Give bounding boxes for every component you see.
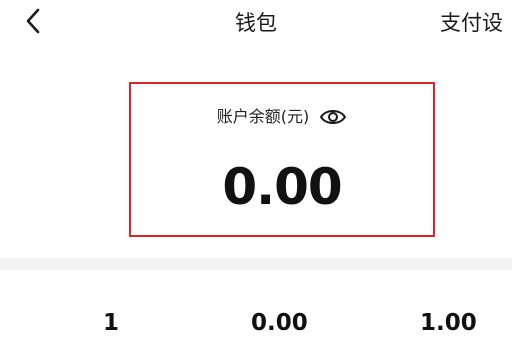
eye-icon[interactable] (319, 107, 347, 127)
payment-settings-link[interactable]: 支付设 (440, 9, 503, 37)
balance-label: 账户余额(元) (216, 107, 310, 126)
balance-card: 账户余额(元) 0.00 (129, 82, 435, 237)
page-title: 钱包 (235, 11, 277, 35)
navigation-bar: 钱包 支付设 (0, 0, 512, 46)
stat-value-amount: 0.00 (251, 310, 308, 336)
balance-amount: 0.00 (222, 158, 342, 216)
stat-value-count: 1 (103, 310, 120, 336)
balance-label-row: 账户余额(元) (131, 106, 433, 128)
stats-row: 1 0.00 1.00 (0, 306, 512, 346)
section-divider (0, 258, 512, 270)
stat-value-total: 1.00 (420, 310, 477, 336)
